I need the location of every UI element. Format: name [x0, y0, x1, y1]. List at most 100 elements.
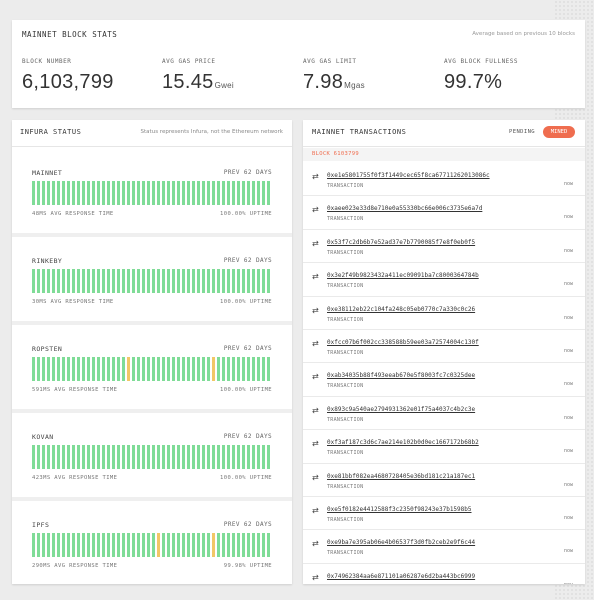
uptime-bar[interactable]	[172, 181, 175, 205]
uptime-bar[interactable]	[152, 181, 155, 205]
uptime-bar[interactable]	[112, 357, 115, 381]
uptime-bar[interactable]	[127, 181, 130, 205]
uptime-bar[interactable]	[142, 533, 145, 557]
uptime-bar[interactable]	[92, 181, 95, 205]
uptime-bar[interactable]	[32, 533, 35, 557]
uptime-bar[interactable]	[242, 445, 245, 469]
uptime-bar[interactable]	[237, 269, 240, 293]
uptime-bar[interactable]	[37, 533, 40, 557]
uptime-bar[interactable]	[122, 357, 125, 381]
uptime-bar[interactable]	[202, 269, 205, 293]
uptime-bar[interactable]	[137, 357, 140, 381]
uptime-bar[interactable]	[142, 269, 145, 293]
uptime-bar[interactable]	[87, 533, 90, 557]
uptime-bar[interactable]	[102, 533, 105, 557]
uptime-bar[interactable]	[62, 269, 65, 293]
uptime-bar[interactable]	[227, 445, 230, 469]
uptime-bar[interactable]	[82, 269, 85, 293]
uptime-bar[interactable]	[67, 181, 70, 205]
uptime-bar[interactable]	[207, 269, 210, 293]
uptime-bar[interactable]	[222, 269, 225, 293]
uptime-bar[interactable]	[47, 445, 50, 469]
uptime-bar[interactable]	[42, 445, 45, 469]
uptime-bar[interactable]	[132, 181, 135, 205]
uptime-bar[interactable]	[212, 445, 215, 469]
uptime-bar[interactable]	[222, 181, 225, 205]
uptime-bar[interactable]	[92, 445, 95, 469]
uptime-bar[interactable]	[62, 533, 65, 557]
uptime-bar[interactable]	[197, 181, 200, 205]
uptime-bar[interactable]	[257, 357, 260, 381]
uptime-bar[interactable]	[72, 445, 75, 469]
uptime-bar[interactable]	[62, 181, 65, 205]
uptime-bar[interactable]	[202, 445, 205, 469]
uptime-bar[interactable]	[237, 357, 240, 381]
uptime-bar[interactable]	[42, 357, 45, 381]
transaction-hash-link[interactable]: 0xf3af187c3d6c7ae214e102b0d0ec1667172b68…	[327, 439, 497, 446]
uptime-bar[interactable]	[172, 269, 175, 293]
uptime-bar[interactable]	[232, 357, 235, 381]
uptime-bar[interactable]	[187, 357, 190, 381]
uptime-bar[interactable]	[37, 357, 40, 381]
uptime-bar[interactable]	[157, 181, 160, 205]
uptime-bar[interactable]	[32, 269, 35, 293]
uptime-bar[interactable]	[152, 445, 155, 469]
uptime-bar[interactable]	[267, 269, 270, 293]
transaction-hash-link[interactable]: 0xe1e5801755f0f3f1449cec65f8ca6771126201…	[327, 172, 497, 179]
uptime-bar[interactable]	[267, 181, 270, 205]
uptime-bar[interactable]	[112, 445, 115, 469]
uptime-bar[interactable]	[202, 533, 205, 557]
transaction-hash-link[interactable]: 0x3e2f49b9823432a411ec09091ba7c800036478…	[327, 272, 497, 279]
uptime-bar[interactable]	[67, 357, 70, 381]
uptime-bar[interactable]	[147, 181, 150, 205]
uptime-bar[interactable]	[157, 269, 160, 293]
uptime-bar[interactable]	[117, 269, 120, 293]
uptime-bar[interactable]	[207, 533, 210, 557]
uptime-bar[interactable]	[247, 533, 250, 557]
uptime-bar[interactable]	[77, 445, 80, 469]
transaction-hash-link[interactable]: 0xe38112eb22c104fa248c05eb0770c7a330c0c2…	[327, 306, 497, 313]
uptime-bar[interactable]	[247, 357, 250, 381]
uptime-bar[interactable]	[112, 181, 115, 205]
uptime-bar[interactable]	[147, 269, 150, 293]
uptime-bar[interactable]	[182, 181, 185, 205]
uptime-bar[interactable]	[182, 445, 185, 469]
uptime-bar[interactable]	[262, 445, 265, 469]
uptime-bar[interactable]	[87, 445, 90, 469]
uptime-bar[interactable]	[227, 533, 230, 557]
uptime-bar[interactable]	[257, 445, 260, 469]
transaction-hash-link[interactable]: 0xe9ba7e395ab06e4b06537f3d0fb2ceb2e9f6c4…	[327, 539, 497, 546]
uptime-bar[interactable]	[107, 533, 110, 557]
uptime-bar[interactable]	[162, 181, 165, 205]
uptime-bar[interactable]	[122, 533, 125, 557]
uptime-bar[interactable]	[77, 533, 80, 557]
uptime-bar[interactable]	[227, 269, 230, 293]
uptime-bar[interactable]	[157, 357, 160, 381]
uptime-bar[interactable]	[77, 181, 80, 205]
uptime-bar[interactable]	[72, 533, 75, 557]
uptime-bar[interactable]	[32, 445, 35, 469]
uptime-bar[interactable]	[267, 445, 270, 469]
uptime-bar[interactable]	[37, 445, 40, 469]
uptime-bar[interactable]	[222, 445, 225, 469]
uptime-bar[interactable]	[197, 533, 200, 557]
uptime-bar[interactable]	[147, 357, 150, 381]
uptime-bar[interactable]	[262, 533, 265, 557]
uptime-bar[interactable]	[52, 357, 55, 381]
uptime-bar[interactable]	[122, 181, 125, 205]
uptime-bar[interactable]	[227, 357, 230, 381]
uptime-bar[interactable]	[47, 269, 50, 293]
uptime-bar[interactable]	[52, 181, 55, 205]
uptime-bar[interactable]	[192, 181, 195, 205]
uptime-bar[interactable]	[237, 445, 240, 469]
uptime-bar[interactable]	[257, 269, 260, 293]
uptime-bar[interactable]	[232, 269, 235, 293]
uptime-bar[interactable]	[42, 533, 45, 557]
uptime-bar[interactable]	[257, 533, 260, 557]
uptime-bar[interactable]	[117, 533, 120, 557]
transaction-hash-link[interactable]: 0x53f7c2db6b7e52ad37e7b7790085f7e8f0eb0f…	[327, 239, 497, 246]
transaction-hash-link[interactable]: 0xaee023e33d8e710e0a55330bc66e006c3735e6…	[327, 205, 497, 212]
uptime-bar[interactable]	[152, 357, 155, 381]
uptime-bar[interactable]	[162, 445, 165, 469]
uptime-bar[interactable]	[57, 533, 60, 557]
